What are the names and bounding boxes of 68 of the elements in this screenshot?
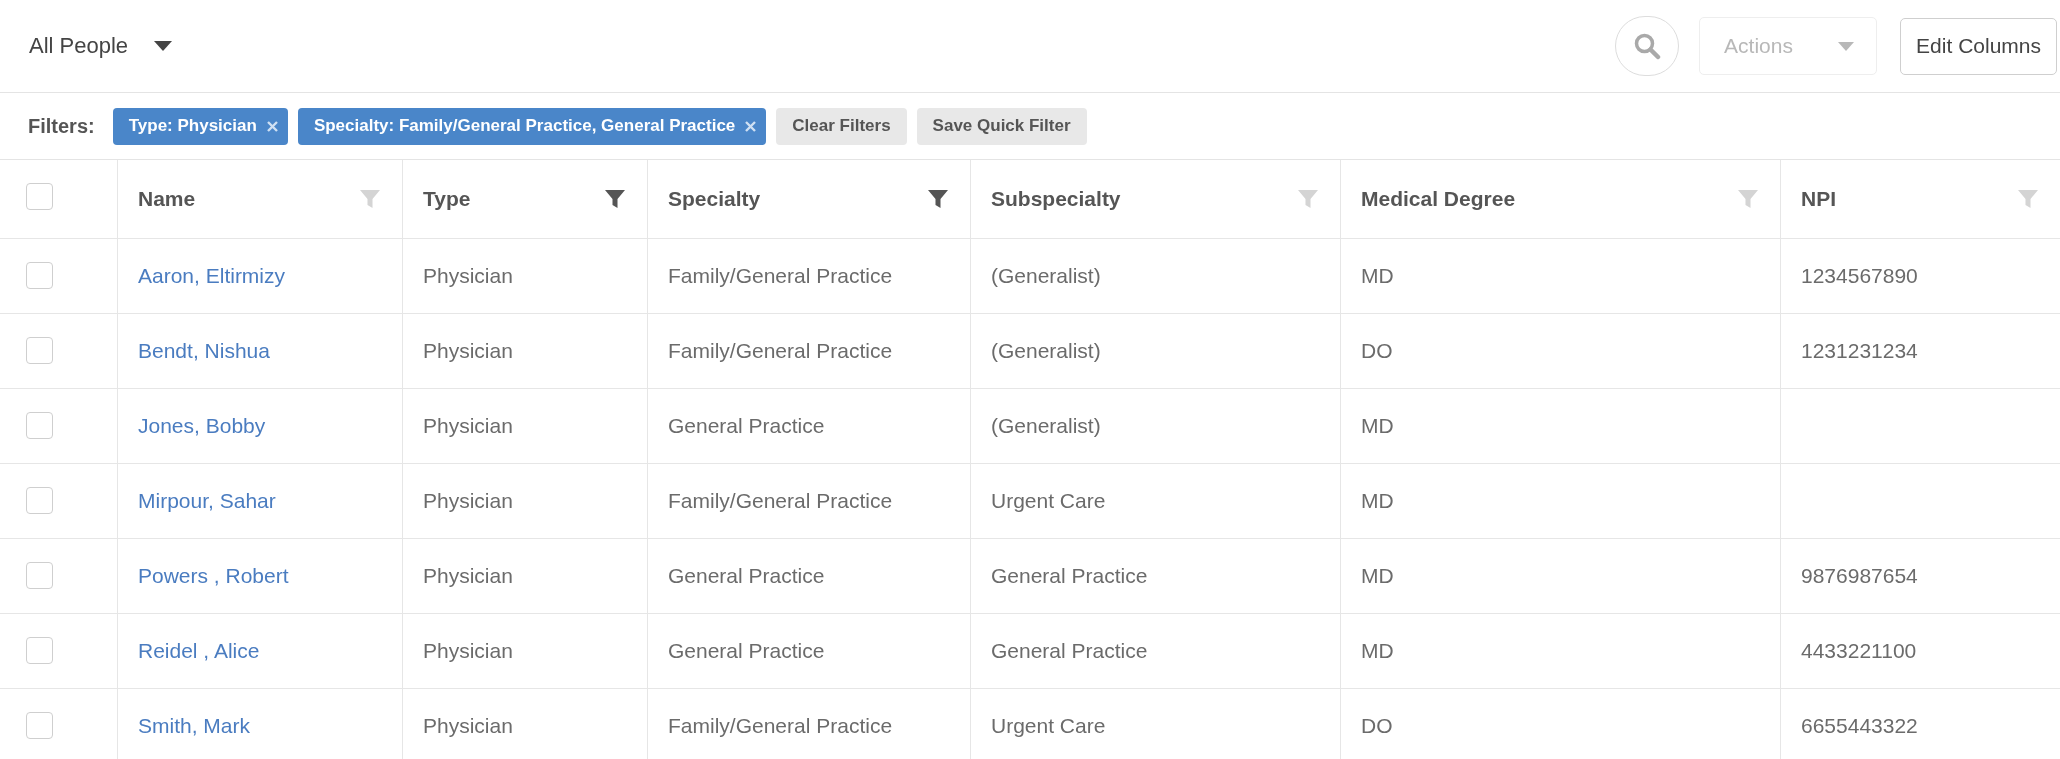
table-cell: General Practice [648,389,971,464]
table-cell: General Practice [648,614,971,689]
filter-icon[interactable] [605,189,625,209]
table-cell: DO [1341,689,1781,759]
table-cell: Physician [403,239,648,314]
filter-action-button[interactable]: Save Quick Filter [916,107,1087,145]
name-link[interactable]: Bendt, Nishua [138,339,270,363]
checkbox[interactable] [26,183,53,210]
table-cell: 4433221100 [1781,614,2060,689]
close-icon[interactable] [745,120,757,132]
table-cell: MD [1341,389,1781,464]
table-cell: Physician [403,539,648,614]
table-cell: General Practice [971,614,1341,689]
table-cell: Family/General Practice [648,239,971,314]
checkbox[interactable] [26,337,53,364]
name-link[interactable]: Aaron, Eltirmizy [138,264,286,288]
table-cell: Family/General Practice [648,314,971,389]
checkbox[interactable] [26,562,53,589]
caret-icon [154,41,173,51]
filter-chip[interactable]: Specialty: Family/General Practice, General Practice [297,107,767,145]
table-cell: General Practice [971,539,1341,614]
view-selector[interactable]: All People [29,33,173,59]
name-link[interactable]: Mirpour, Sahar [138,489,276,513]
table-cell: Physician [403,689,648,759]
table-cell: Urgent Care [971,689,1341,759]
checkbox[interactable] [26,712,53,739]
table-cell: (Generalist) [971,239,1341,314]
table-cell: General Practice [648,539,971,614]
table-cell: MD [1341,464,1781,539]
filter-action-button[interactable]: Clear Filters [776,107,907,145]
table-cell: Family/General Practice [648,464,971,539]
filters-label: Filters: [28,114,95,138]
edit-columns-button[interactable]: Edit Columns [1900,17,2057,75]
column-header[interactable]: NPI [1801,187,1836,211]
column-header[interactable]: Type [423,187,471,211]
column-header[interactable]: Subspecialty [991,187,1121,211]
table-cell: (Generalist) [971,314,1341,389]
table-cell: 1234567890 [1781,239,2060,314]
table-cell: 1231231234 [1781,314,2060,389]
table-cell: Family/General Practice [648,689,971,759]
table-cell: MD [1341,539,1781,614]
table-cell: Physician [403,389,648,464]
table-cell: Physician [403,614,648,689]
name-link[interactable]: Jones, Bobby [138,414,266,438]
caret-icon [1838,41,1855,51]
table-cell: Physician [403,314,648,389]
table-cell: (Generalist) [971,389,1341,464]
column-header[interactable]: Specialty [668,187,761,211]
name-link[interactable]: Smith, Mark [138,714,250,738]
table-cell: MD [1341,239,1781,314]
checkbox[interactable] [26,637,53,664]
checkbox[interactable] [26,487,53,514]
column-header[interactable]: Medical Degree [1361,187,1516,211]
filter-icon[interactable] [928,189,948,209]
name-link[interactable]: Reidel , Alice [138,639,260,663]
checkbox[interactable] [26,262,53,289]
close-icon[interactable] [266,120,278,132]
table-cell: MD [1341,614,1781,689]
table-cell: 9876987654 [1781,539,2060,614]
table-cell: DO [1341,314,1781,389]
filter-chip[interactable]: Type: Physician [112,107,288,145]
table-cell: 6655443322 [1781,689,2060,759]
search-icon [1633,32,1662,60]
checkbox[interactable] [26,412,53,439]
table-cell: Urgent Care [971,464,1341,539]
name-link[interactable]: Powers , Robert [138,564,289,588]
table-cell: Physician [403,464,648,539]
column-header[interactable]: Name [138,187,196,211]
